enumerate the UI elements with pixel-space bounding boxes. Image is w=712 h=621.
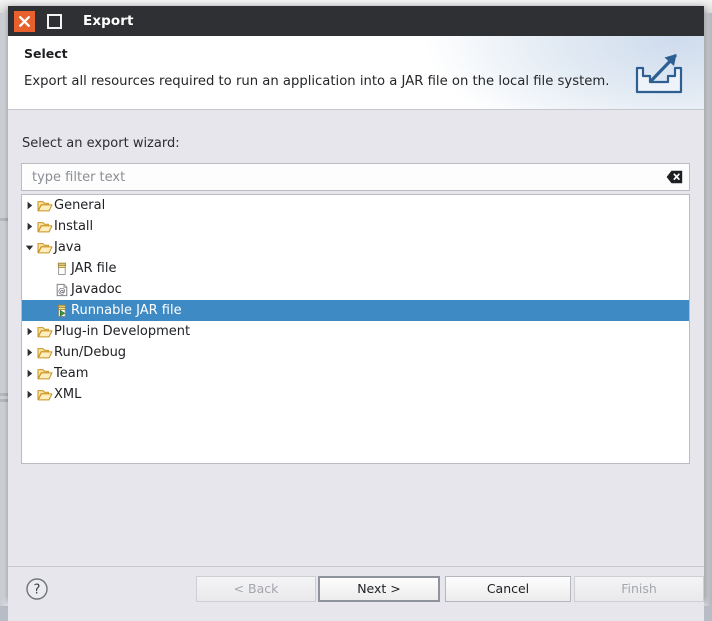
next-button[interactable]: Next > [318,576,440,602]
clear-icon[interactable] [659,164,689,190]
tree-item-label: XML [53,387,81,402]
dialog-titlebar: Export [8,6,704,36]
chevron-right-icon[interactable] [22,222,36,231]
finish-button: Finish [574,576,704,602]
wizard-tree[interactable]: General Install Java JAR file @ Javadoc Runnab… [21,194,690,464]
tree-item-xml[interactable]: XML [22,384,689,405]
chevron-right-icon[interactable] [22,327,36,336]
folder-icon [36,345,53,361]
tree-item-team[interactable]: Team [22,363,689,384]
folder-icon [36,198,53,214]
tree-item-label: JAR file [70,261,116,276]
tree-item-general[interactable]: General [22,195,689,216]
tree-item-label: Install [53,219,93,234]
folder-icon [36,366,53,382]
folder-icon [36,387,53,403]
tree-item-plug-in-development[interactable]: Plug-in Development [22,321,689,342]
tree-item-run-debug[interactable]: Run/Debug [22,342,689,363]
close-icon[interactable] [14,11,35,32]
tree-item-jar-file[interactable]: JAR file [22,258,689,279]
tree-item-label: Plug-in Development [53,324,190,339]
folder-icon [36,324,53,340]
search-input[interactable] [22,164,659,190]
tree-item-java[interactable]: Java [22,237,689,258]
chevron-right-icon[interactable] [22,369,36,378]
chevron-right-icon[interactable] [22,201,36,210]
dialog-body: Select an export wizard: General Install J… [8,110,704,566]
svg-text:@: @ [58,286,65,295]
chevron-right-icon[interactable] [22,348,36,357]
dialog-button-bar: ? < Back Next > Cancel Finish [8,566,704,621]
javadoc-icon: @ [53,282,70,298]
chevron-down-icon[interactable] [22,243,36,252]
runnable-jar-icon [53,303,70,319]
export-dialog: Export Select Export all resources requi… [8,6,704,600]
tree-item-label: Java [53,240,81,255]
folder-icon [36,219,53,235]
page-description: Export all resources required to run an … [24,74,609,89]
workbench-left-edge [0,13,8,606]
tree-item-label: Run/Debug [53,345,126,360]
cancel-button[interactable]: Cancel [445,576,571,602]
tree-item-install[interactable]: Install [22,216,689,237]
tree-item-label: General [53,198,105,213]
tree-item-label: Javadoc [70,282,122,297]
svg-text:?: ? [34,583,41,598]
tree-item-runnable-jar-file[interactable]: Runnable JAR file [22,300,689,321]
jar-file-icon [53,261,70,277]
wizard-list-label: Select an export wizard: [22,136,180,151]
tree-item-label: Team [53,366,88,381]
back-button: < Back [196,576,316,602]
tree-item-javadoc[interactable]: @ Javadoc [22,279,689,300]
tree-item-label: Runnable JAR file [70,303,182,318]
maximize-icon[interactable] [44,11,65,32]
folder-icon [36,240,53,256]
chevron-right-icon[interactable] [22,390,36,399]
dialog-header: Select Export all resources required to … [8,36,704,110]
page-title: Select [24,46,68,61]
help-icon[interactable]: ? [25,577,49,601]
filter-field[interactable] [21,163,690,191]
dialog-title: Export [83,13,134,29]
export-wizard-icon [631,46,687,100]
